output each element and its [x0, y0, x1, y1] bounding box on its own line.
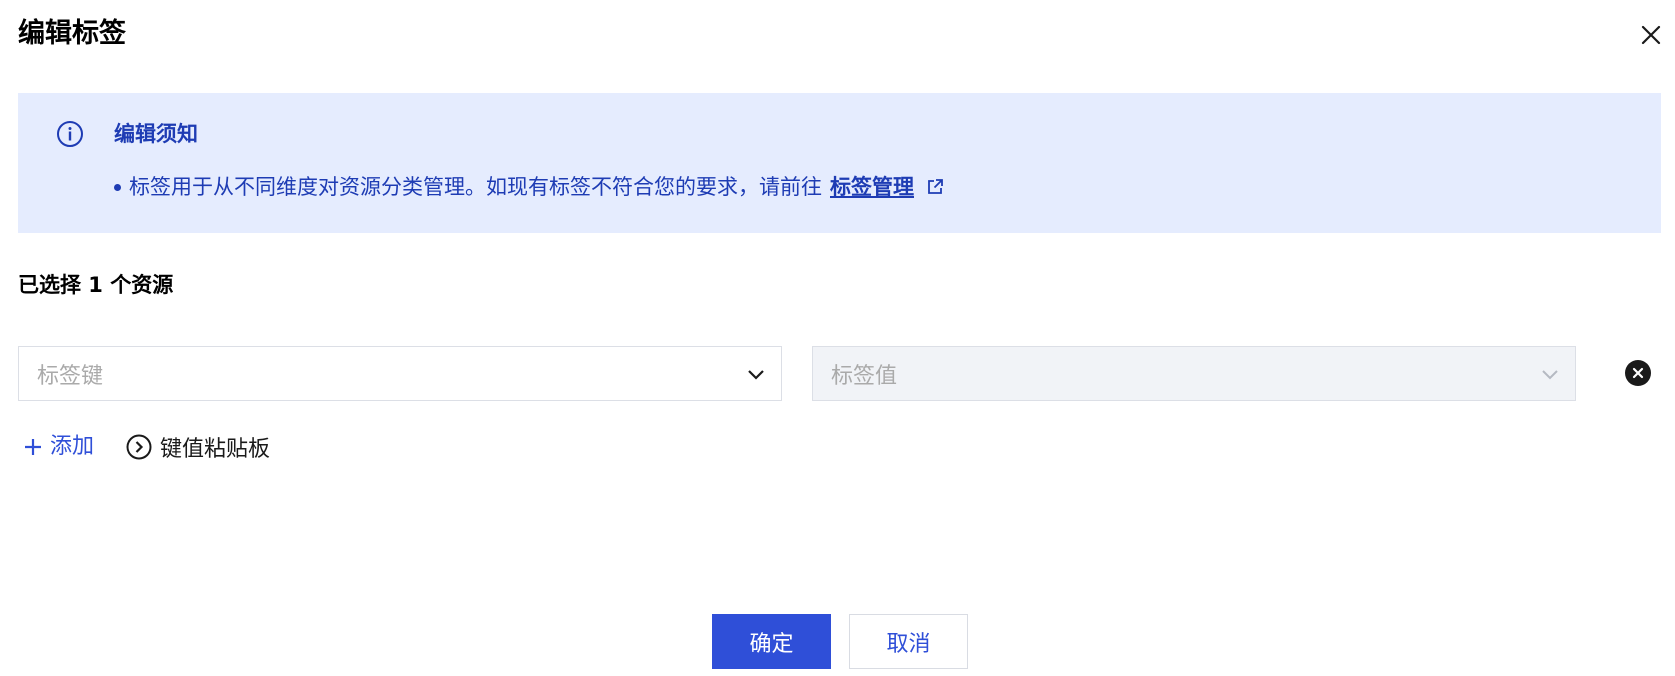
notice-title: 编辑须知 [114, 122, 198, 146]
close-button[interactable] [1638, 22, 1664, 48]
chevron-down-icon [748, 370, 764, 380]
clipboard-label: 键值粘贴板 [160, 437, 271, 462]
info-icon [57, 121, 83, 147]
confirm-button[interactable]: 确定 [712, 614, 831, 669]
key-value-clipboard-button[interactable]: 键值粘贴板 [126, 431, 270, 463]
plus-icon [25, 439, 41, 455]
add-tag-label: 添加 [50, 434, 95, 459]
notice-item: 标签用于从不同维度对资源分类管理。如现有标签不符合您的要求，请前往 标签管理 [114, 172, 944, 202]
notice-text: 标签用于从不同维度对资源分类管理。如现有标签不符合您的要求，请前往 [129, 175, 822, 199]
remove-tag-button[interactable] [1625, 360, 1651, 386]
dialog-title: 编辑标签 [18, 18, 126, 49]
tag-value-placeholder: 标签值 [831, 363, 898, 389]
tag-actions: 添加 键值粘贴板 [24, 430, 270, 464]
close-icon [1641, 25, 1661, 45]
remove-circle-icon [1632, 367, 1644, 379]
chevron-down-icon [1542, 370, 1558, 380]
tag-key-select[interactable]: 标签键 [18, 346, 782, 401]
edit-tags-dialog: 编辑标签 编辑须知 标签用于从不同维度对资源分类管理。如现有标签不符合您的要求，… [0, 0, 1675, 676]
selected-resources-label: 已选择 1 个资源 [18, 273, 174, 297]
cancel-button[interactable]: 取消 [849, 614, 968, 669]
external-link-icon[interactable] [926, 178, 944, 196]
tag-value-select: 标签值 [812, 346, 1576, 401]
notice-banner: 编辑须知 标签用于从不同维度对资源分类管理。如现有标签不符合您的要求，请前往 标… [18, 93, 1661, 233]
add-tag-button[interactable]: 添加 [24, 432, 94, 462]
tag-management-link[interactable]: 标签管理 [830, 172, 914, 202]
bullet [114, 183, 121, 191]
chevron-right-circle-icon [126, 434, 152, 460]
tag-key-placeholder: 标签键 [37, 363, 104, 389]
